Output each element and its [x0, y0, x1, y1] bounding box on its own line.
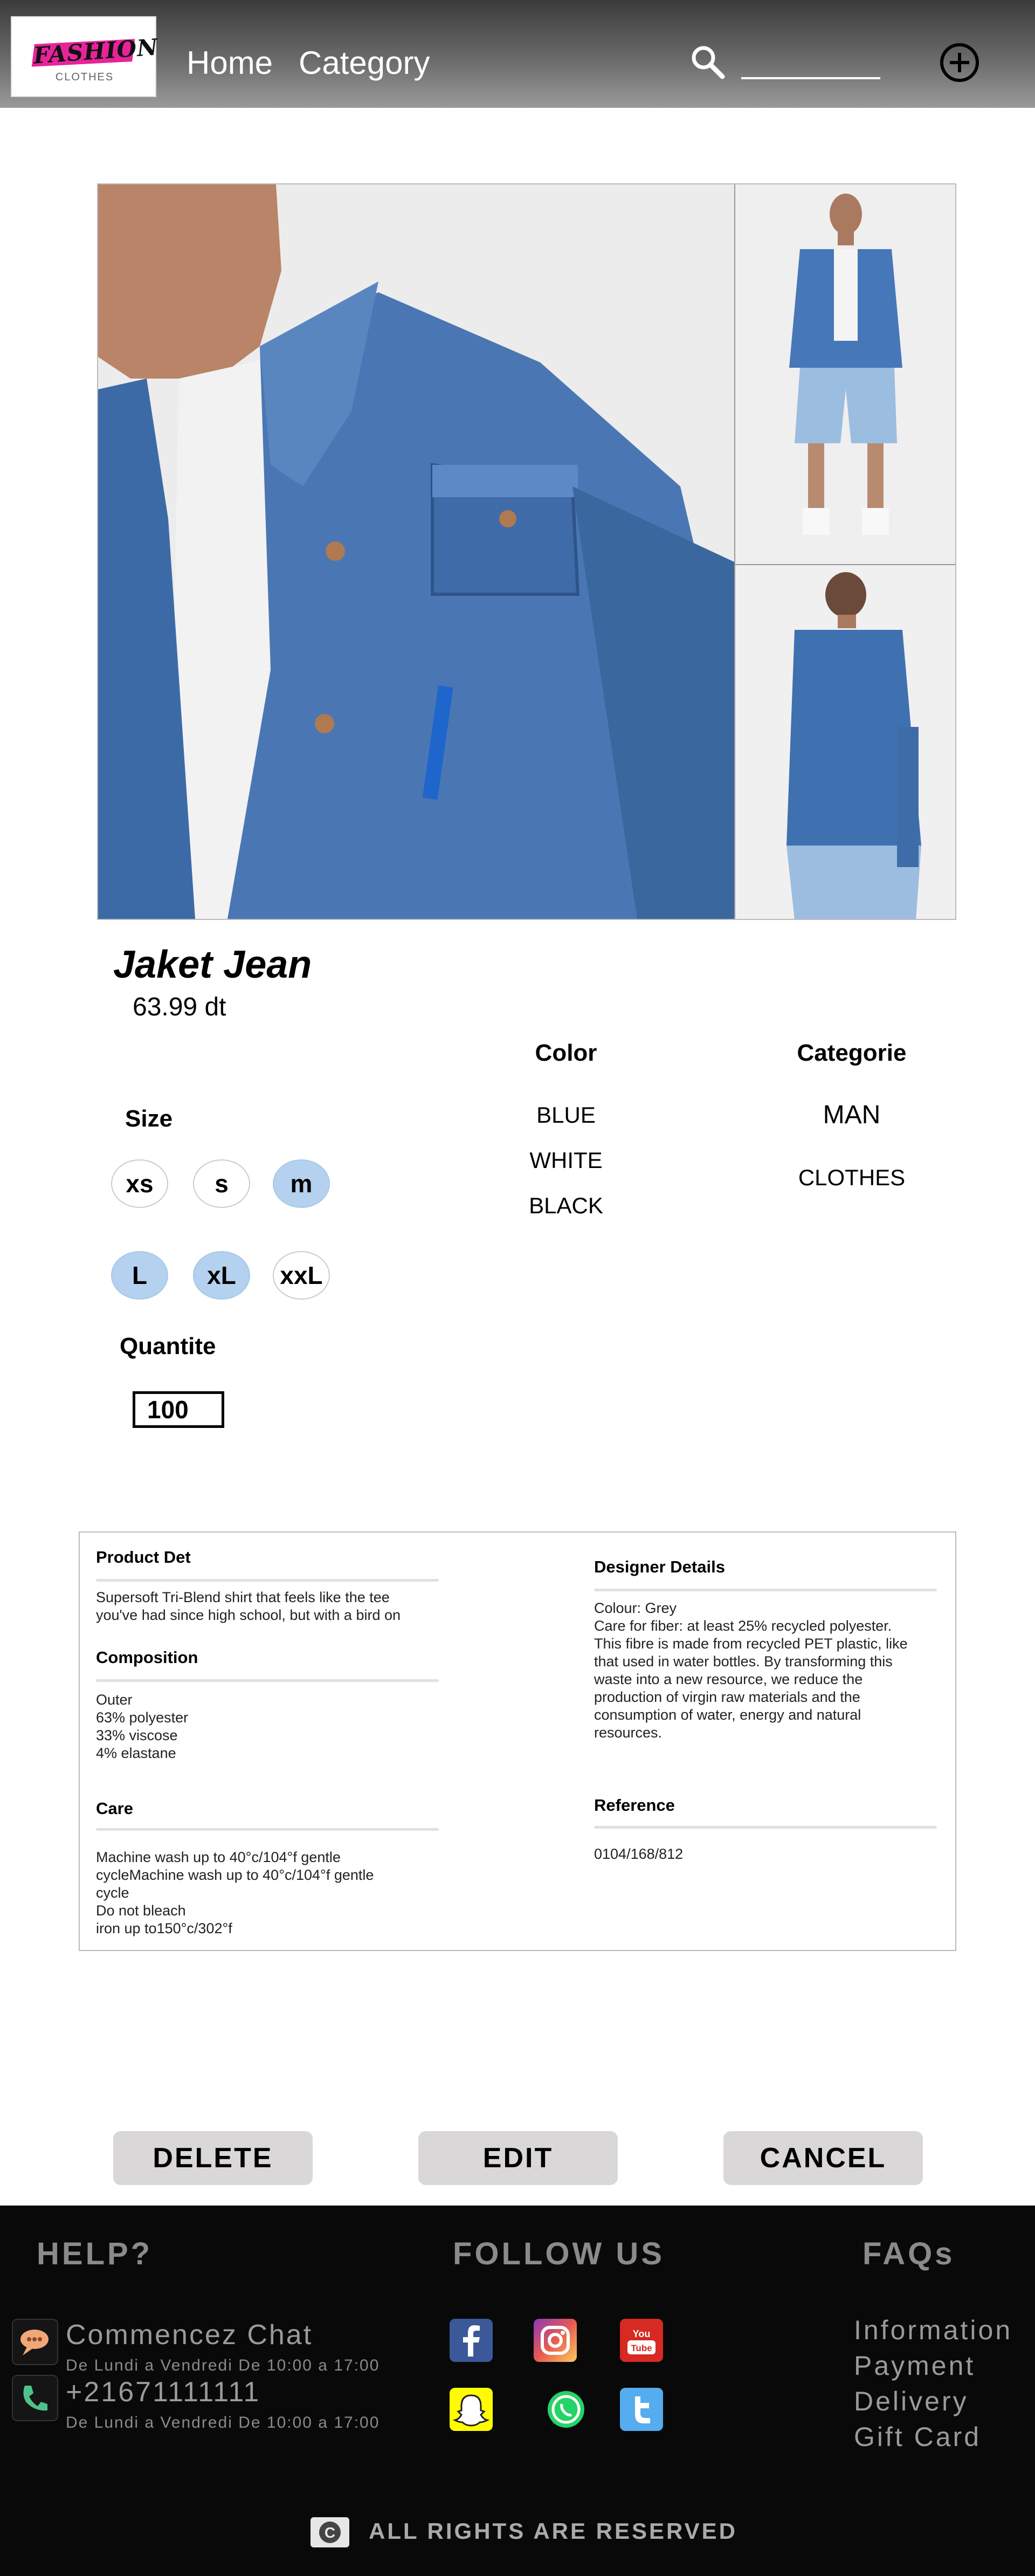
- whatsapp-icon[interactable]: [544, 2388, 588, 2431]
- phone-hours: De Lundi a Vendredi De 10:00 a 17:00: [66, 2414, 380, 2431]
- copyright-text: ALL RIGHTS ARE RESERVED: [369, 2518, 737, 2544]
- faq-link-gift-card[interactable]: Gift Card: [854, 2421, 981, 2453]
- size-option-s[interactable]: s: [193, 1159, 250, 1208]
- size-option-xs[interactable]: xs: [111, 1159, 168, 1208]
- cancel-button[interactable]: CANCEL: [723, 2131, 923, 2185]
- divider: [96, 1679, 439, 1682]
- quantity-input[interactable]: [133, 1391, 224, 1428]
- logo-subtitle: CLOTHES: [55, 71, 114, 83]
- size-option-xl[interactable]: xL: [193, 1251, 250, 1300]
- faq-title: FAQs: [862, 2236, 955, 2271]
- size-label: Size: [125, 1105, 173, 1132]
- product-details-box: Product Det Supersoft Tri-Blend shirt th…: [79, 1531, 956, 1951]
- logo-text: FASHION: [32, 33, 159, 69]
- divider: [96, 1828, 439, 1831]
- chat-hours: De Lundi a Vendredi De 10:00 a 17:00: [66, 2357, 380, 2374]
- quantity-label: Quantite: [120, 1333, 216, 1359]
- size-option-l[interactable]: L: [111, 1251, 168, 1300]
- product-main-image[interactable]: [98, 184, 734, 919]
- faq-link-information[interactable]: Information: [854, 2314, 1012, 2346]
- category-value-clothes: CLOTHES: [798, 1165, 906, 1190]
- care-text: Machine wash up to 40°c/104°f gentle cyc…: [96, 1849, 374, 1936]
- add-circle-icon[interactable]: [938, 41, 981, 84]
- faq-link-delivery[interactable]: Delivery: [854, 2386, 969, 2417]
- follow-us-title: FOLLOW US: [453, 2236, 665, 2271]
- chat-icon[interactable]: [12, 2319, 58, 2365]
- phone-link[interactable]: +21671111111: [66, 2376, 260, 2408]
- denim-jacket-closeup-image: [98, 184, 734, 919]
- size-option-m[interactable]: m: [273, 1159, 330, 1208]
- product-back-view-image[interactable]: [734, 564, 955, 919]
- product-front-view-image[interactable]: [734, 184, 955, 564]
- designer-details-text: Colour: Grey Care for fiber: at least 25…: [594, 1600, 908, 1741]
- model-front-image: [735, 184, 955, 564]
- header: FASHION CLOTHES Home Category: [0, 0, 1035, 108]
- model-back-image: [735, 565, 955, 919]
- chat-link[interactable]: Commencez Chat: [66, 2319, 313, 2351]
- twitter-icon[interactable]: [620, 2388, 663, 2431]
- reference-title: Reference: [594, 1796, 675, 1815]
- product-gallery: [97, 183, 956, 920]
- color-value-blue: BLUE: [536, 1102, 596, 1128]
- divider: [594, 1589, 937, 1591]
- svg-text:Tube: Tube: [631, 2343, 652, 2353]
- edit-button[interactable]: EDIT: [418, 2131, 618, 2185]
- nav-home-link[interactable]: Home: [187, 44, 273, 81]
- logo[interactable]: FASHION CLOTHES: [11, 16, 159, 97]
- composition-text: Outer 63% polyester 33% viscose 4% elast…: [96, 1692, 189, 1761]
- divider: [96, 1579, 439, 1582]
- faq-link-payment[interactable]: Payment: [854, 2350, 975, 2381]
- youtube-icon[interactable]: You Tube: [620, 2319, 663, 2362]
- category-title: Categorie: [797, 1040, 907, 1066]
- product-price: 63.99 dt: [133, 993, 226, 1021]
- product-det-title: Product Det: [96, 1548, 191, 1567]
- facebook-icon[interactable]: [450, 2319, 493, 2362]
- search-input[interactable]: [741, 77, 880, 79]
- color-value-white: WHITE: [529, 1148, 603, 1173]
- copyright-icon: C: [310, 2517, 349, 2547]
- phone-icon[interactable]: [12, 2375, 58, 2421]
- snapchat-icon[interactable]: [450, 2388, 493, 2431]
- color-value-black: BLACK: [529, 1193, 603, 1218]
- care-title: Care: [96, 1799, 133, 1818]
- composition-title: Composition: [96, 1648, 198, 1667]
- reference-value: 0104/168/812: [594, 1846, 684, 1862]
- divider: [594, 1826, 937, 1829]
- product-det-text: Supersoft Tri-Blend shirt that feels lik…: [96, 1589, 401, 1623]
- color-title: Color: [535, 1040, 597, 1066]
- size-option-xxl[interactable]: xxL: [273, 1251, 330, 1300]
- search-icon[interactable]: [689, 43, 727, 81]
- category-value-man: MAN: [823, 1101, 881, 1129]
- delete-button[interactable]: DELETE: [113, 2131, 313, 2185]
- designer-details-title: Designer Details: [594, 1557, 725, 1576]
- instagram-icon[interactable]: [534, 2319, 577, 2362]
- nav-category-link[interactable]: Category: [299, 44, 430, 81]
- product-name: Jaket Jean: [113, 943, 312, 986]
- svg-text:C: C: [325, 2524, 335, 2541]
- svg-text:You: You: [633, 2328, 651, 2339]
- help-title: HELP?: [37, 2236, 153, 2271]
